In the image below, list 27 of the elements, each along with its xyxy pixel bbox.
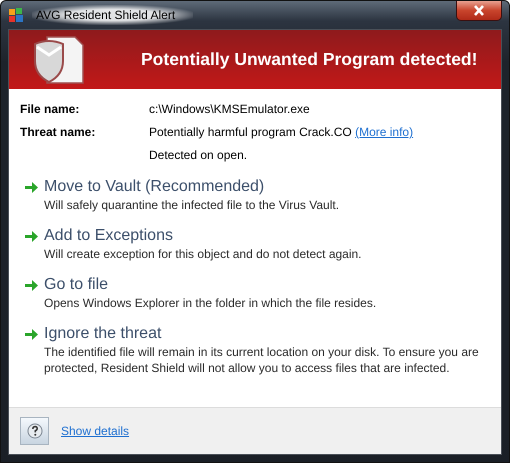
action-description: Will create exception for this object and do not detect again. — [44, 246, 363, 262]
close-button[interactable] — [456, 1, 502, 21]
alert-title: Potentially Unwanted Program detected! — [141, 49, 478, 70]
field-label: Threat name: — [20, 125, 96, 139]
close-icon — [473, 5, 485, 16]
field-value: Potentially harmful program Crack.CO — [149, 125, 352, 139]
help-button[interactable] — [20, 417, 49, 445]
field-label: File name: — [20, 102, 80, 116]
action-link[interactable]: Move to Vault (Recommended) — [44, 178, 264, 196]
action-description: Will safely quarantine the infected file to the Virus Vault. — [44, 197, 340, 213]
window-title: AVG Resident Shield Alert — [32, 5, 194, 25]
show-details-link[interactable]: Show details — [61, 424, 130, 438]
app-logo-icon — [8, 7, 26, 23]
action-link[interactable]: Ignore the threat — [44, 325, 162, 343]
field-value: Detected on open. — [149, 148, 248, 162]
more-info-link[interactable]: (More info) — [355, 125, 414, 139]
action-description: The identified file will remain in its current location on your disk. To ensure you are protected, Resident Shield will not allow you to access files that are infected. — [44, 344, 480, 376]
arrow-icon — [25, 230, 38, 242]
action-description: Opens Windows Explorer in the folder in which the file resides. — [44, 295, 378, 311]
action-link[interactable]: Add to Exceptions — [44, 227, 173, 245]
action-link[interactable]: Go to file — [44, 276, 108, 294]
arrow-icon — [25, 182, 38, 192]
arrow-icon — [25, 280, 38, 290]
arrow-icon — [25, 328, 38, 340]
field-value: c:\Windows\KMSEmulator.exe — [149, 102, 310, 116]
help-icon — [26, 423, 42, 439]
shield-document-icon — [33, 34, 85, 84]
